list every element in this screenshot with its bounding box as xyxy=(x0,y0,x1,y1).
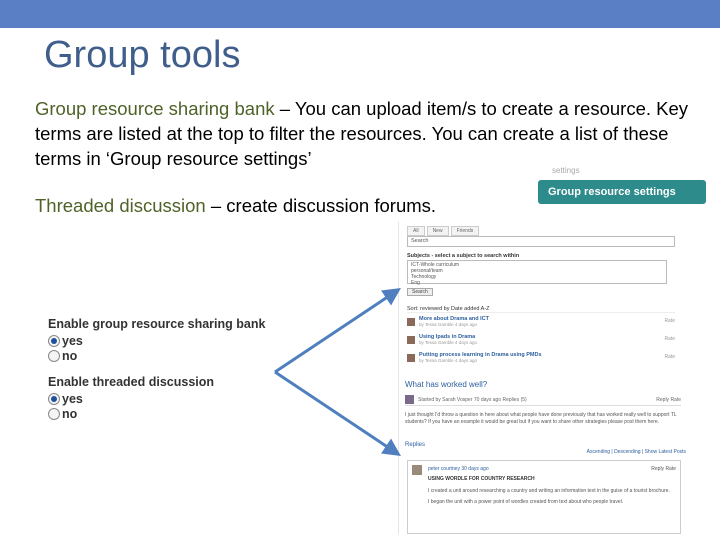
settings-faint-text: settings xyxy=(552,166,580,175)
avatar xyxy=(405,395,414,404)
group-resource-settings-button[interactable]: Group resource settings xyxy=(538,180,706,204)
rate-link[interactable]: Rate xyxy=(664,354,675,360)
tab-friends[interactable]: Friends xyxy=(450,226,480,236)
reply-post: peter courtney 30 days ago Reply Rate US… xyxy=(407,460,681,534)
option-group-resource-bank: Enable group resource sharing bank yes n… xyxy=(48,317,265,363)
avatar xyxy=(407,354,415,362)
radio-icon[interactable] xyxy=(48,407,60,420)
radio-row-no[interactable]: no xyxy=(48,348,265,363)
subjects-list[interactable]: ICT-Whole curriculum personal/team Techn… xyxy=(407,260,667,286)
filter-tabs: All New Friends xyxy=(407,226,481,236)
text-threaded-discussion: – create discussion forums. xyxy=(205,195,437,216)
radio-icon[interactable] xyxy=(48,349,60,362)
reply-body: I created a unit around researching a co… xyxy=(428,488,678,506)
resource-meta: by Tessa Gamble 4 days ago xyxy=(419,340,477,345)
radio-label: yes xyxy=(62,391,83,406)
radio-row-yes[interactable]: yes xyxy=(48,333,265,348)
term-threaded-discussion: Threaded discussion xyxy=(35,195,206,216)
reply-paragraph: I began the unit with a power point of w… xyxy=(428,499,624,505)
arrow-to-resources xyxy=(274,288,401,374)
resource-item[interactable]: More about Drama and ICT by Tessa Gamble… xyxy=(407,316,675,330)
radio-selected-icon[interactable] xyxy=(48,334,60,347)
discussion-title[interactable]: What has worked well? xyxy=(405,380,487,389)
option-group-threaded-discussion: Enable threaded discussion yes no xyxy=(48,375,214,421)
tab-new[interactable]: New xyxy=(426,226,449,236)
radio-selected-icon[interactable] xyxy=(48,392,60,405)
subjects-label: Subjects - select a subject to search wi… xyxy=(407,253,520,259)
discussion-body: I just thought I'd throw a question in h… xyxy=(405,412,677,425)
option-heading: Enable threaded discussion xyxy=(48,375,215,389)
term-resource-bank: Group resource sharing bank xyxy=(35,98,275,119)
avatar xyxy=(412,465,422,475)
search-button[interactable]: Search xyxy=(407,288,433,296)
resource-meta: by Tessa Gamble 4 days ago xyxy=(419,358,477,363)
top-bar xyxy=(0,0,720,28)
reply-sort-options[interactable]: Ascending | Descending | Show Latest Pos… xyxy=(587,449,686,455)
option-heading: Enable group resource sharing bank xyxy=(48,317,266,331)
radio-label: no xyxy=(62,348,78,363)
search-input[interactable]: Search xyxy=(407,236,675,247)
radio-label: no xyxy=(62,406,78,421)
resource-meta: by Tessa Gamble 4 days ago xyxy=(419,322,477,327)
forum-screenshot: All New Friends Search Subjects - select… xyxy=(398,222,690,534)
discussion-starter: Started by Sarah Vosper 70 days ago Repl… xyxy=(418,397,527,403)
reply-tools[interactable]: Reply Rate xyxy=(656,397,681,403)
subject-item[interactable]: Eng xyxy=(411,280,663,286)
avatar xyxy=(407,336,415,344)
rate-link[interactable]: Rate xyxy=(664,336,675,342)
discussion-header: Started by Sarah Vosper 70 days ago Repl… xyxy=(405,394,681,406)
resource-item[interactable]: Putting process learning in Drama using … xyxy=(407,352,675,366)
replies-label: Replies xyxy=(405,442,426,448)
radio-row-yes[interactable]: yes xyxy=(48,391,214,406)
settings-screenshot: settings Group resource settings xyxy=(532,160,712,210)
resource-item[interactable]: Using Ipads in Drama by Tessa Gamble 4 d… xyxy=(407,334,675,348)
rate-link[interactable]: Rate xyxy=(664,318,675,324)
reply-paragraph: I created a unit around researching a co… xyxy=(428,488,670,494)
reply-tools[interactable]: Reply Rate xyxy=(651,466,676,472)
radio-row-no[interactable]: no xyxy=(48,406,214,421)
slide-title: Group tools xyxy=(44,34,241,76)
sort-bar[interactable]: Sort: reviewed by Date added A-Z xyxy=(407,306,675,313)
avatar xyxy=(407,318,415,326)
tab-all[interactable]: All xyxy=(407,226,425,236)
radio-label: yes xyxy=(62,333,83,348)
reply-title: USING WORDLE FOR COUNTRY RESEARCH xyxy=(428,476,535,482)
arrow-to-discussion xyxy=(274,370,401,456)
reply-author[interactable]: peter courtney 30 days ago xyxy=(428,466,489,472)
